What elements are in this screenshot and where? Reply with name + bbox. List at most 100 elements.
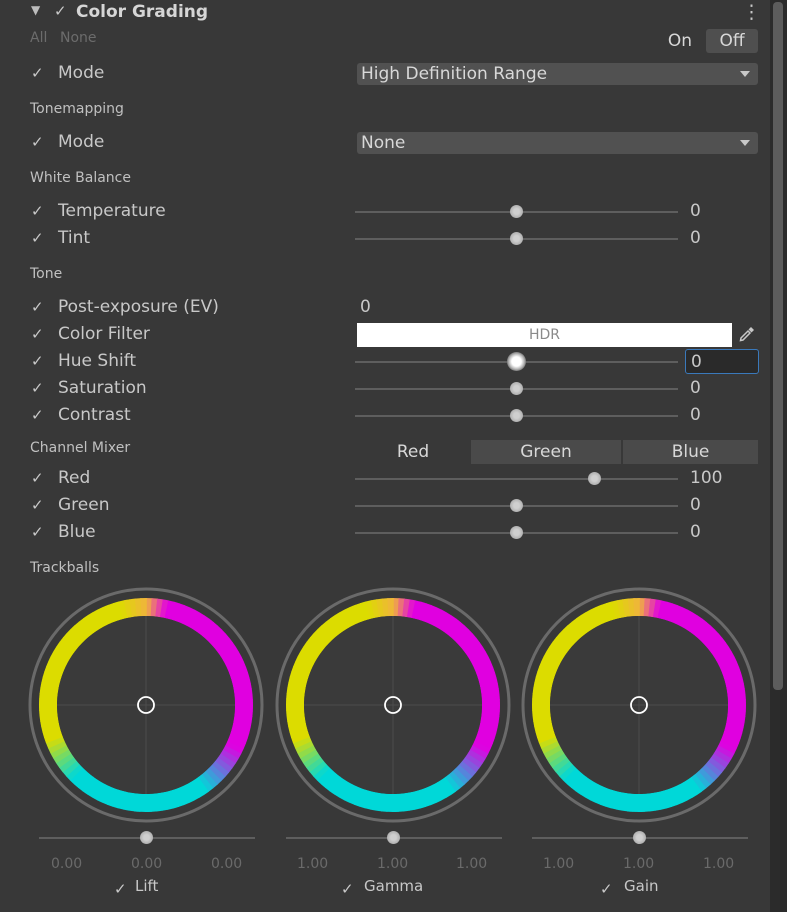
mixer-red-check-icon[interactable]: ✓ — [31, 469, 44, 487]
all-link[interactable]: All — [30, 30, 47, 46]
wheel-hue-segment — [674, 784, 688, 804]
wheel-hue-segment — [566, 770, 584, 789]
trackball-gamma[interactable] — [275, 587, 511, 823]
color-filter-swatch[interactable]: HDR — [357, 323, 732, 347]
wheel-hue-segment — [107, 602, 120, 622]
wheel-hue-segment — [343, 783, 357, 803]
off-button[interactable]: Off — [706, 29, 758, 53]
tab-blue[interactable]: Blue — [623, 440, 758, 464]
wheel-hue-segment — [354, 602, 367, 622]
wheel-hue-segment — [445, 618, 461, 637]
tab-green[interactable]: Green — [471, 440, 621, 464]
tonemapping-dropdown[interactable]: None — [357, 132, 758, 154]
tint-check-icon[interactable]: ✓ — [31, 229, 44, 247]
wheel-hue-segment — [415, 789, 427, 809]
wheel-hue-segment — [605, 789, 617, 809]
wheel-hue-segment — [208, 629, 227, 647]
saturation-value[interactable]: 0 — [690, 378, 701, 398]
wheel-hue-segment — [610, 790, 621, 810]
wheel-hue-segment — [83, 614, 99, 634]
wheel-hue-segment — [707, 757, 726, 773]
wheel-hue-segment — [129, 598, 138, 618]
wheel-hue-segment — [102, 604, 115, 624]
gain-slider-thumb[interactable] — [633, 831, 646, 844]
mixer-blue-slider-thumb[interactable] — [510, 526, 523, 539]
wheel-hue-segment — [159, 792, 169, 811]
trackball-gain[interactable] — [521, 587, 757, 823]
none-link[interactable]: None — [60, 30, 97, 46]
wheel-hue-segment — [288, 722, 308, 733]
mixer-red-slider-thumb[interactable] — [587, 472, 601, 485]
wheel-hue-segment — [375, 792, 384, 812]
wheel-hue-segment — [474, 661, 494, 674]
wheel-hue-segment — [309, 760, 327, 777]
foldout-icon[interactable]: ▼ — [31, 3, 40, 17]
wheel-hue-segment — [461, 757, 480, 773]
scrollbar-thumb[interactable] — [773, 2, 783, 690]
tonemapping-check-icon[interactable]: ✓ — [31, 133, 44, 151]
wheel-hue-segment — [230, 727, 250, 739]
wheel-hue-segment — [214, 757, 233, 773]
wheel-hue-segment — [555, 760, 573, 777]
eyedropper-icon[interactable] — [738, 325, 756, 343]
wheel-hue-segment — [675, 607, 689, 627]
gamma-check-icon[interactable]: ✓ — [341, 880, 354, 898]
mixer-blue-value[interactable]: 0 — [690, 522, 701, 542]
wheel-hue-segment — [189, 779, 205, 799]
wheel-hue-segment — [233, 714, 253, 723]
wheel-hue-segment — [590, 606, 604, 626]
wheel-hue-segment — [39, 687, 59, 696]
mixer-blue-check-icon[interactable]: ✓ — [31, 523, 44, 541]
mode-check-icon[interactable]: ✓ — [31, 64, 44, 82]
wheel-hue-segment — [317, 624, 335, 643]
kebab-menu-icon[interactable]: ⋮ — [742, 1, 761, 23]
mixer-green-value[interactable]: 0 — [690, 495, 701, 515]
on-button[interactable]: On — [656, 29, 704, 53]
wheel-hue-segment — [661, 789, 673, 809]
contrast-value[interactable]: 0 — [690, 405, 701, 425]
mixer-red-slider-track[interactable] — [355, 478, 678, 480]
gamma-slider-thumb[interactable] — [387, 831, 400, 844]
scrollbar[interactable] — [770, 0, 787, 912]
wheel-hue-segment — [437, 612, 452, 631]
hue-shift-check-icon[interactable]: ✓ — [31, 352, 44, 370]
wheel-hue-segment — [41, 676, 61, 687]
color-filter-check-icon[interactable]: ✓ — [31, 325, 44, 343]
temperature-value[interactable]: 0 — [690, 201, 701, 221]
mixer-red-label: Red — [58, 468, 91, 488]
wheel-hue-segment — [82, 776, 98, 795]
wheel-hue-segment — [223, 651, 242, 666]
wheel-hue-segment — [652, 599, 663, 619]
contrast-slider-thumb[interactable] — [510, 409, 523, 422]
mixer-green-check-icon[interactable]: ✓ — [31, 496, 44, 514]
wheel-hue-segment — [193, 776, 209, 796]
contrast-label: Contrast — [58, 405, 131, 425]
wheel-hue-segment — [480, 714, 500, 723]
mixer-red-value[interactable]: 100 — [690, 468, 722, 488]
wheel-hue-segment — [670, 605, 684, 625]
wheel-hue-segment — [224, 741, 244, 755]
wheel-hue-segment — [705, 633, 723, 650]
saturation-slider-thumb[interactable] — [510, 382, 523, 395]
hue-shift-value-field[interactable]: 0 — [685, 349, 759, 374]
mode-dropdown[interactable]: High Definition Range — [357, 63, 758, 85]
temperature-slider-thumb[interactable] — [510, 205, 523, 218]
mixer-green-slider-thumb[interactable] — [510, 499, 523, 512]
hue-shift-slider-thumb[interactable] — [507, 352, 526, 371]
wheel-hue-segment — [231, 723, 251, 734]
enable-checkbox[interactable]: ✓ — [54, 2, 67, 20]
tint-value[interactable]: 0 — [690, 228, 701, 248]
contrast-check-icon[interactable]: ✓ — [31, 406, 44, 424]
temperature-check-icon[interactable]: ✓ — [31, 202, 44, 220]
post-exposure-value[interactable]: 0 — [360, 297, 371, 317]
wheel-hue-segment — [480, 682, 499, 692]
wheel-hue-segment — [339, 609, 354, 628]
lift-slider-thumb[interactable] — [140, 831, 153, 844]
saturation-check-icon[interactable]: ✓ — [31, 379, 44, 397]
lift-check-icon[interactable]: ✓ — [114, 880, 127, 898]
tab-red[interactable]: Red — [357, 440, 469, 464]
post-exposure-check-icon[interactable]: ✓ — [31, 298, 44, 316]
tint-slider-thumb[interactable] — [510, 232, 523, 245]
gain-check-icon[interactable]: ✓ — [600, 880, 613, 898]
trackball-lift[interactable] — [28, 587, 264, 823]
